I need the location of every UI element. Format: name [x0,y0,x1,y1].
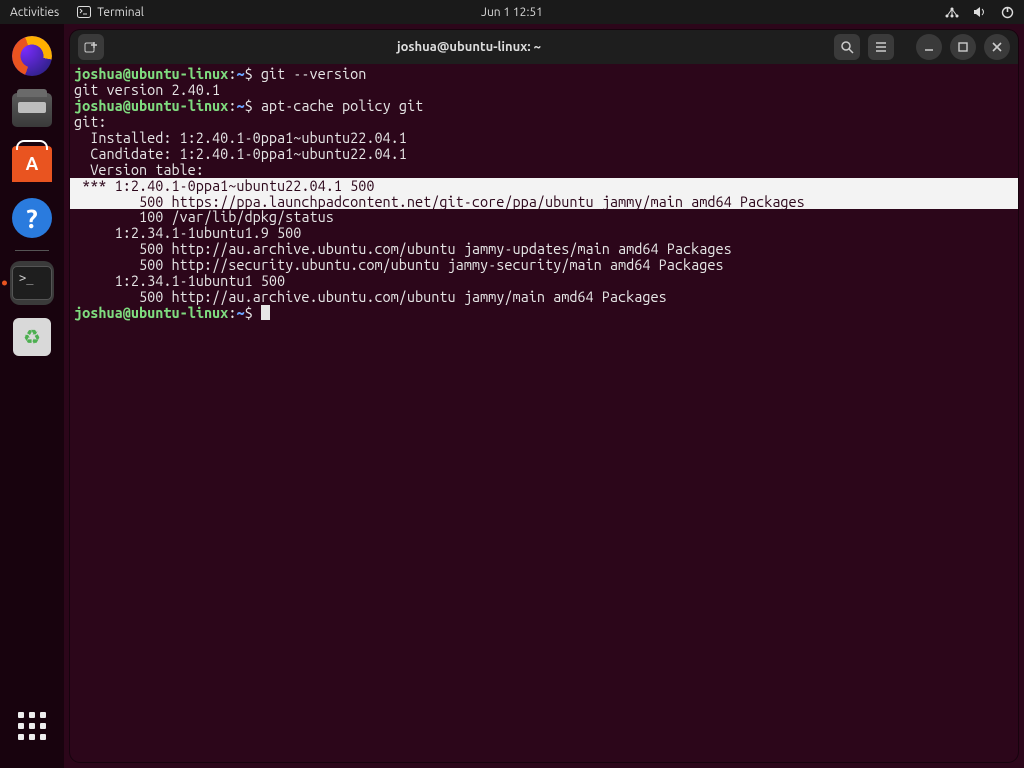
terminal-output-line: 100 /var/lib/dpkg/status [74,209,1014,225]
terminal-output-line: Candidate: 1:2.40.1-0ppa1~ubuntu22.04.1 [74,146,1014,162]
dock-icon-help[interactable]: ? [10,196,54,240]
terminal-output-line: git: [74,114,1014,130]
dock: ? ♻ [0,24,64,768]
terminal-prompt-line: joshua@ubuntu-linux:~$ git --version [74,66,1014,82]
terminal-output-line: 1:2.34.1-1ubuntu1.9 500 [74,225,1014,241]
volume-icon[interactable] [973,6,987,18]
terminal-window: joshua@ubuntu-linux: ~ joshua@ubuntu-lin… [70,30,1018,762]
network-icon[interactable] [945,6,959,18]
terminal-output-line: 500 http://au.archive.ubuntu.com/ubuntu … [74,289,1014,305]
terminal-icon [12,266,52,300]
help-icon: ? [12,198,52,238]
power-icon[interactable] [1001,6,1014,19]
terminal-body[interactable]: joshua@ubuntu-linux:~$ git --versiongit … [70,64,1018,762]
activities-button[interactable]: Activities [10,6,59,19]
terminal-output-line-highlighted: 500 https://ppa.launchpadcontent.net/git… [70,194,1018,210]
search-button[interactable] [834,34,860,60]
files-icon [12,93,52,127]
gnome-top-bar: Activities Terminal Jun 1 12:51 [0,0,1024,24]
terminal-indicator-icon [77,6,91,18]
dock-icon-files[interactable] [10,88,54,132]
trash-icon: ♻ [13,318,51,356]
close-icon [991,41,1003,53]
close-button[interactable] [984,34,1010,60]
hamburger-icon [874,40,888,54]
maximize-button[interactable] [950,34,976,60]
minimize-button[interactable] [916,34,942,60]
dock-icon-firefox[interactable] [10,34,54,78]
new-tab-icon [84,40,98,54]
maximize-icon [957,41,969,53]
window-titlebar[interactable]: joshua@ubuntu-linux: ~ [70,30,1018,64]
terminal-output-line-highlighted: *** 1:2.40.1-0ppa1~ubuntu22.04.1 500 [70,178,1018,194]
window-title: joshua@ubuntu-linux: ~ [112,40,826,54]
terminal-output-line: 500 http://au.archive.ubuntu.com/ubuntu … [74,241,1014,257]
terminal-output-line: Version table: [74,162,1014,178]
firefox-icon [12,36,52,76]
dock-separator [15,250,49,251]
show-applications-button[interactable] [10,704,54,748]
search-icon [840,40,854,54]
dock-icon-software[interactable] [10,142,54,186]
terminal-prompt-line: joshua@ubuntu-linux:~$ apt-cache policy … [74,98,1014,114]
dock-icon-terminal[interactable] [10,261,54,305]
terminal-output-line: 1:2.34.1-1ubuntu1 500 [74,273,1014,289]
menu-button[interactable] [868,34,894,60]
dock-icon-trash[interactable]: ♻ [10,315,54,359]
new-tab-button[interactable] [78,34,104,60]
minimize-icon [923,41,935,53]
terminal-output-line: Installed: 1:2.40.1-0ppa1~ubuntu22.04.1 [74,130,1014,146]
terminal-output-line: 500 http://security.ubuntu.com/ubuntu ja… [74,257,1014,273]
terminal-prompt-line: joshua@ubuntu-linux:~$ [74,305,1014,321]
active-app-label: Terminal [97,6,144,19]
active-app-indicator[interactable]: Terminal [77,6,144,19]
software-icon [12,146,52,182]
clock[interactable]: Jun 1 12:51 [481,6,543,19]
terminal-output-line: git version 2.40.1 [74,82,1014,98]
